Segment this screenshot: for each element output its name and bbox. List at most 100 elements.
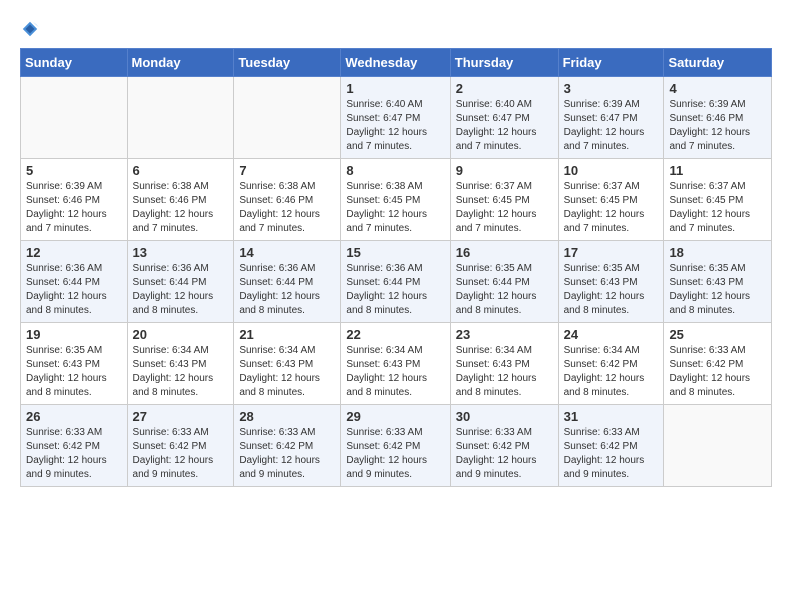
day-info: Sunrise: 6:33 AM Sunset: 6:42 PM Dayligh… [26, 426, 122, 482]
day-info: Sunrise: 6:39 AM Sunset: 6:46 PM Dayligh… [669, 98, 766, 154]
calendar-cell: 7 Sunrise: 6:38 AM Sunset: 6:46 PM Daylig… [234, 159, 341, 241]
day-number: 21 [239, 327, 335, 342]
day-header-saturday: Saturday [664, 49, 772, 77]
day-header-thursday: Thursday [450, 49, 558, 77]
day-header-wednesday: Wednesday [341, 49, 450, 77]
calendar-cell: 6 Sunrise: 6:38 AM Sunset: 6:46 PM Daylig… [127, 159, 234, 241]
logo-icon [21, 20, 39, 38]
calendar-cell: 21 Sunrise: 6:34 AM Sunset: 6:43 PM Dayli… [234, 323, 341, 405]
calendar-cell: 15Sunrise: 6:36 AM Sunset: 6:44 PM Dayli… [341, 241, 450, 323]
calendar-week-row: 19 Sunrise: 6:35 AM Sunset: 6:43 PM Dayli… [21, 323, 772, 405]
day-number: 3 [564, 81, 659, 96]
day-info: Sunrise: 6:35 AM Sunset: 6:43 PM Dayligh… [26, 344, 122, 400]
calendar-cell: 23 Sunrise: 6:34 AM Sunset: 6:43 PM Dayli… [450, 323, 558, 405]
calendar-cell: 11 Sunrise: 6:37 AM Sunset: 6:45 PM Dayli… [664, 159, 772, 241]
day-number: 2 [456, 81, 553, 96]
day-number: 29 [346, 409, 444, 424]
day-number: 9 [456, 163, 553, 178]
day-info: Sunrise: 6:35 AM Sunset: 6:43 PM Dayligh… [669, 262, 766, 318]
day-number: 11 [669, 163, 766, 178]
day-info: Sunrise: 6:37 AM Sunset: 6:45 PM Dayligh… [456, 180, 553, 236]
day-info: Sunrise: 6:37 AM Sunset: 6:45 PM Dayligh… [669, 180, 766, 236]
day-info: Sunrise: 6:34 AM Sunset: 6:43 PM Dayligh… [239, 344, 335, 400]
day-number: 15 [346, 245, 444, 260]
day-info: Sunrise: 6:40 AM Sunset: 6:47 PM Dayligh… [456, 98, 553, 154]
day-info: Sunrise: 6:33 AM Sunset: 6:42 PM Dayligh… [239, 426, 335, 482]
day-number: 23 [456, 327, 553, 342]
day-info: Sunrise: 6:34 AM Sunset: 6:43 PM Dayligh… [346, 344, 444, 400]
calendar-cell: 1 Sunrise: 6:40 AM Sunset: 6:47 PM Daylig… [341, 77, 450, 159]
calendar-cell: 17Sunrise: 6:35 AM Sunset: 6:43 PM Dayli… [558, 241, 664, 323]
day-info: Sunrise: 6:37 AM Sunset: 6:45 PM Dayligh… [564, 180, 659, 236]
day-info: Sunrise: 6:34 AM Sunset: 6:42 PM Dayligh… [564, 344, 659, 400]
day-info: Sunrise: 6:35 AM Sunset: 6:44 PM Dayligh… [456, 262, 553, 318]
day-info: Sunrise: 6:38 AM Sunset: 6:45 PM Dayligh… [346, 180, 444, 236]
day-header-sunday: Sunday [21, 49, 128, 77]
calendar-week-row: 12 Sunrise: 6:36 AM Sunset: 6:44 PM Dayli… [21, 241, 772, 323]
calendar-cell: 22 Sunrise: 6:34 AM Sunset: 6:43 PM Dayli… [341, 323, 450, 405]
day-info: Sunrise: 6:38 AM Sunset: 6:46 PM Dayligh… [239, 180, 335, 236]
calendar-cell: 29 Sunrise: 6:33 AM Sunset: 6:42 PM Dayli… [341, 405, 450, 487]
day-number: 4 [669, 81, 766, 96]
calendar-cell: 14 Sunrise: 6:36 AM Sunset: 6:44 PM Dayli… [234, 241, 341, 323]
calendar-cell: 16 Sunrise: 6:35 AM Sunset: 6:44 PM Dayli… [450, 241, 558, 323]
day-number: 1 [346, 81, 444, 96]
calendar-cell: 18 Sunrise: 6:35 AM Sunset: 6:43 PM Dayli… [664, 241, 772, 323]
calendar-cell: 28 Sunrise: 6:33 AM Sunset: 6:42 PM Dayli… [234, 405, 341, 487]
page-header [20, 20, 772, 38]
calendar-week-row: 5 Sunrise: 6:39 AM Sunset: 6:46 PM Daylig… [21, 159, 772, 241]
calendar-cell: 30Sunrise: 6:33 AM Sunset: 6:42 PM Dayli… [450, 405, 558, 487]
calendar-cell: 19 Sunrise: 6:35 AM Sunset: 6:43 PM Dayli… [21, 323, 128, 405]
day-info: Sunrise: 6:33 AM Sunset: 6:42 PM Dayligh… [346, 426, 444, 482]
calendar-cell: 8 Sunrise: 6:38 AM Sunset: 6:45 PM Daylig… [341, 159, 450, 241]
day-number: 28 [239, 409, 335, 424]
day-number: 5 [26, 163, 122, 178]
calendar-cell: 5 Sunrise: 6:39 AM Sunset: 6:46 PM Daylig… [21, 159, 128, 241]
day-info: Sunrise: 6:36 AM Sunset: 6:44 PM Dayligh… [239, 262, 335, 318]
day-number: 27 [133, 409, 229, 424]
calendar-cell [21, 77, 128, 159]
calendar-cell [127, 77, 234, 159]
day-info: Sunrise: 6:33 AM Sunset: 6:42 PM Dayligh… [456, 426, 553, 482]
day-number: 13 [133, 245, 229, 260]
calendar-cell: 24Sunrise: 6:34 AM Sunset: 6:42 PM Dayli… [558, 323, 664, 405]
day-number: 22 [346, 327, 444, 342]
day-info: Sunrise: 6:39 AM Sunset: 6:46 PM Dayligh… [26, 180, 122, 236]
day-number: 16 [456, 245, 553, 260]
calendar-week-row: 1 Sunrise: 6:40 AM Sunset: 6:47 PM Daylig… [21, 77, 772, 159]
day-number: 8 [346, 163, 444, 178]
day-info: Sunrise: 6:34 AM Sunset: 6:43 PM Dayligh… [133, 344, 229, 400]
day-info: Sunrise: 6:33 AM Sunset: 6:42 PM Dayligh… [133, 426, 229, 482]
day-number: 19 [26, 327, 122, 342]
day-number: 18 [669, 245, 766, 260]
day-number: 20 [133, 327, 229, 342]
day-info: Sunrise: 6:40 AM Sunset: 6:47 PM Dayligh… [346, 98, 444, 154]
day-number: 10 [564, 163, 659, 178]
calendar-cell: 3Sunrise: 6:39 AM Sunset: 6:47 PM Daylig… [558, 77, 664, 159]
day-number: 12 [26, 245, 122, 260]
calendar-cell: 13 Sunrise: 6:36 AM Sunset: 6:44 PM Dayli… [127, 241, 234, 323]
day-info: Sunrise: 6:36 AM Sunset: 6:44 PM Dayligh… [133, 262, 229, 318]
calendar-cell: 25 Sunrise: 6:33 AM Sunset: 6:42 PM Dayli… [664, 323, 772, 405]
day-number: 25 [669, 327, 766, 342]
day-number: 14 [239, 245, 335, 260]
calendar-cell: 26 Sunrise: 6:33 AM Sunset: 6:42 PM Dayli… [21, 405, 128, 487]
day-info: Sunrise: 6:33 AM Sunset: 6:42 PM Dayligh… [669, 344, 766, 400]
logo [20, 20, 40, 38]
day-info: Sunrise: 6:34 AM Sunset: 6:43 PM Dayligh… [456, 344, 553, 400]
calendar-cell: 4 Sunrise: 6:39 AM Sunset: 6:46 PM Daylig… [664, 77, 772, 159]
calendar-cell: 9 Sunrise: 6:37 AM Sunset: 6:45 PM Daylig… [450, 159, 558, 241]
day-number: 26 [26, 409, 122, 424]
day-number: 7 [239, 163, 335, 178]
calendar-cell: 27 Sunrise: 6:33 AM Sunset: 6:42 PM Dayli… [127, 405, 234, 487]
calendar-cell [234, 77, 341, 159]
day-header-monday: Monday [127, 49, 234, 77]
day-number: 6 [133, 163, 229, 178]
day-info: Sunrise: 6:35 AM Sunset: 6:43 PM Dayligh… [564, 262, 659, 318]
calendar-cell: 20 Sunrise: 6:34 AM Sunset: 6:43 PM Dayli… [127, 323, 234, 405]
calendar-cell: 10 Sunrise: 6:37 AM Sunset: 6:45 PM Dayli… [558, 159, 664, 241]
day-info: Sunrise: 6:36 AM Sunset: 6:44 PM Dayligh… [26, 262, 122, 318]
calendar-cell [664, 405, 772, 487]
calendar-week-row: 26 Sunrise: 6:33 AM Sunset: 6:42 PM Dayli… [21, 405, 772, 487]
day-info: Sunrise: 6:38 AM Sunset: 6:46 PM Dayligh… [133, 180, 229, 236]
